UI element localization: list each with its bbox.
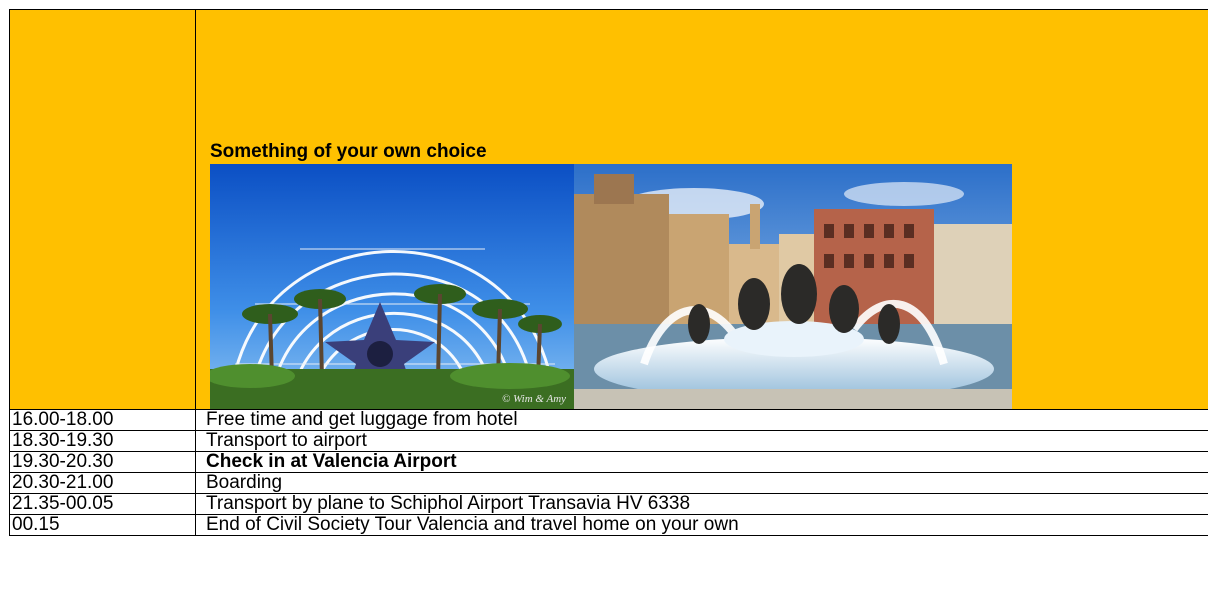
schedule-row-2: 19.30-20.30 Check in at Valencia Airport xyxy=(9,451,1208,473)
schedule-row-4: 21.35-00.05 Transport by plane to Schiph… xyxy=(9,493,1208,515)
time-cell: 00.15 xyxy=(9,514,196,536)
schedule-table: Something of your own choice © Wim & Amy… xyxy=(9,9,1208,536)
time-cell: 19.30-20.30 xyxy=(9,451,196,473)
schedule-row-0: 16.00-18.00 Free time and get luggage fr… xyxy=(9,409,1208,431)
activity-cell: Transport to airport xyxy=(195,430,1208,452)
activity-cell: Boarding xyxy=(195,472,1208,494)
activity-cell: Transport by plane to Schiphol Airport T… xyxy=(195,493,1208,515)
schedule-row-1: 18.30-19.30 Transport to airport xyxy=(9,430,1208,452)
city-of-arts-sciences-photo: © Wim & Amy xyxy=(210,164,574,409)
plaza-fountain-photo xyxy=(574,164,1012,409)
header-row: Something of your own choice © Wim & Amy xyxy=(9,9,1208,410)
time-cell: 21.35-00.05 xyxy=(9,493,196,515)
photo-watermark: © Wim & Amy xyxy=(502,393,566,405)
choice-title: Something of your own choice xyxy=(210,141,487,162)
schedule-row-3: 20.30-21.00 Boarding xyxy=(9,472,1208,494)
header-content-cell: Something of your own choice © Wim & Amy xyxy=(195,9,1208,410)
header-time-cell xyxy=(9,9,196,410)
photo-strip: © Wim & Amy xyxy=(210,164,1208,409)
activity-cell: Check in at Valencia Airport xyxy=(195,451,1208,473)
activity-cell: End of Civil Society Tour Valencia and t… xyxy=(195,514,1208,536)
schedule-row-5: 00.15 End of Civil Society Tour Valencia… xyxy=(9,514,1208,536)
activity-cell: Free time and get luggage from hotel xyxy=(195,409,1208,431)
time-cell: 20.30-21.00 xyxy=(9,472,196,494)
time-cell: 16.00-18.00 xyxy=(9,409,196,431)
time-cell: 18.30-19.30 xyxy=(9,430,196,452)
